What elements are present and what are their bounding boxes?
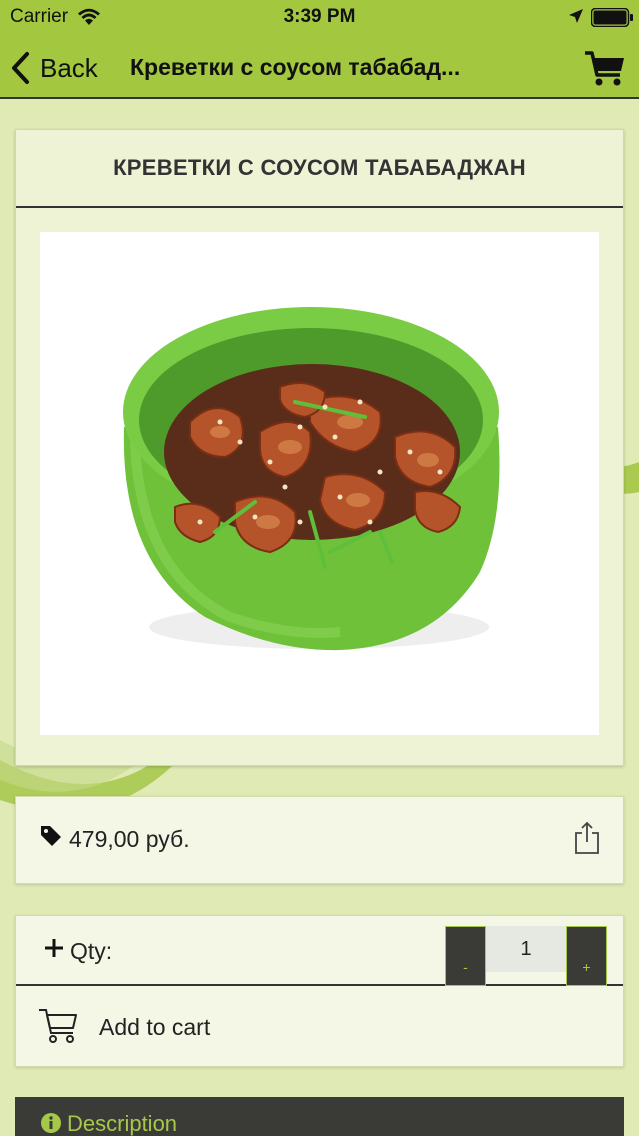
cart-icon[interactable] — [584, 50, 626, 88]
price-tag-icon — [41, 826, 61, 846]
info-icon — [41, 1113, 61, 1133]
plus-icon — [45, 939, 63, 957]
order-card: Qty: - + Add to cart — [15, 915, 624, 1067]
shrimp-bowl-photo — [123, 307, 500, 651]
description-label: Description — [67, 1111, 178, 1136]
quantity-decrease-button[interactable]: - — [445, 926, 486, 986]
share-icon[interactable] — [574, 821, 600, 855]
product-card: КРЕВЕТКИ С СОУСОМ ТАБАБАДЖАН — [15, 129, 624, 766]
location-icon — [569, 9, 583, 23]
back-label: Back — [40, 52, 98, 83]
price-text: 479,00 руб. — [69, 826, 190, 852]
product-heading: КРЕВЕТКИ С СОУСОМ ТАБАБАДЖАН — [16, 130, 623, 208]
status-time: 3:39 PM — [283, 6, 356, 27]
cart-outline-icon — [39, 1009, 77, 1043]
navigation-bar: Back Креветки с соусом табабад... — [0, 36, 639, 99]
back-chevron-icon — [12, 52, 29, 84]
product-image — [40, 232, 599, 735]
quantity-row: Qty: - + — [16, 916, 623, 986]
add-to-cart-button[interactable]: Add to cart — [16, 988, 623, 1066]
description-section-header[interactable]: Description — [15, 1097, 624, 1136]
battery-icon — [591, 8, 633, 27]
status-bar: Carrier 3:39 PM — [0, 0, 639, 36]
back-button[interactable]: Back — [10, 48, 98, 88]
quantity-increase-button[interactable]: + — [566, 926, 607, 986]
add-to-cart-label: Add to cart — [99, 1014, 211, 1040]
quantity-input[interactable] — [486, 926, 566, 972]
page-title: Креветки с соусом табабад... — [130, 54, 461, 80]
quantity-label: Qty: — [70, 938, 113, 964]
price-card: 479,00 руб. — [15, 796, 624, 884]
